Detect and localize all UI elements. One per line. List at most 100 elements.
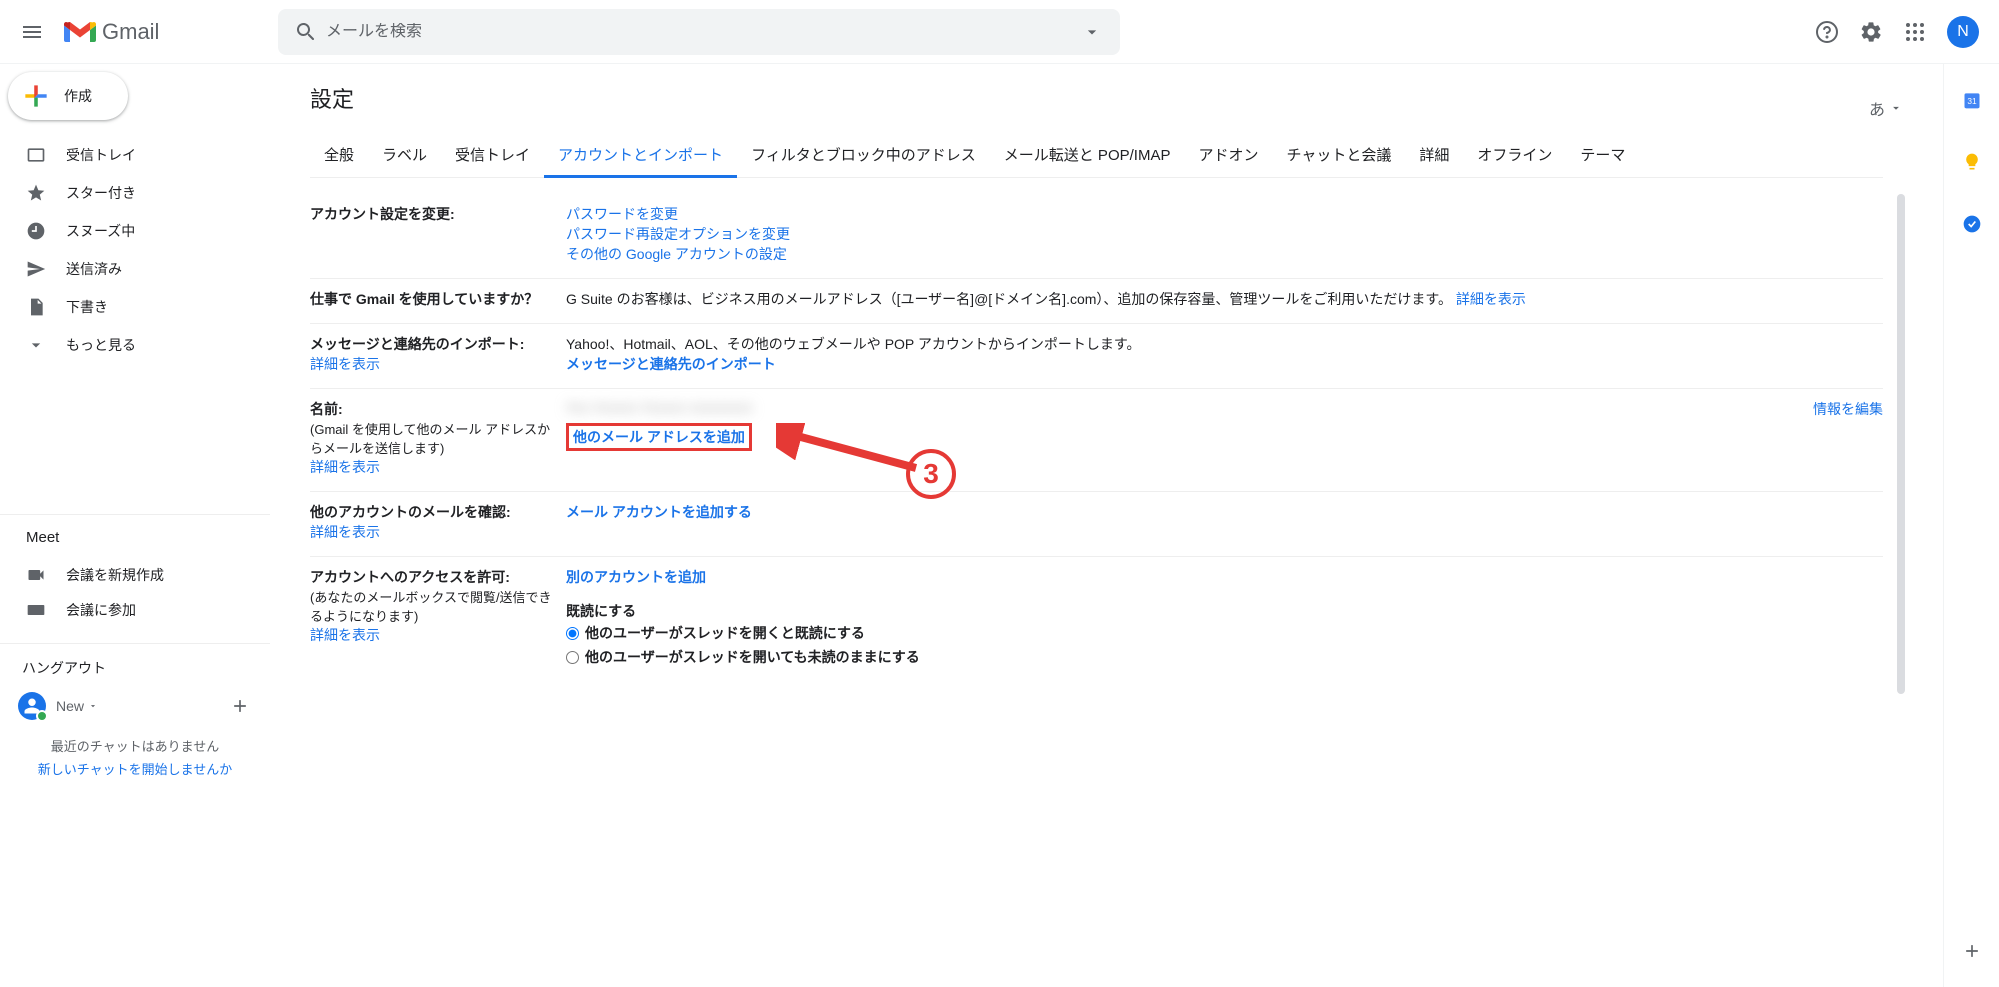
redacted-email: Xxx Xxxxxx Xxxxxx xxxxxxxxx [566, 399, 1763, 415]
video-icon [26, 565, 46, 585]
caret-down-icon [1889, 101, 1903, 115]
hangouts-user-row[interactable]: New [0, 688, 270, 724]
search-options-button[interactable] [1072, 22, 1112, 42]
change-recovery-link[interactable]: パスワード再設定オプションを変更 [566, 224, 1883, 244]
nav-label: 送信済み [66, 259, 122, 279]
gmail-icon [64, 20, 96, 44]
settings-content: 設定 あ 全般 ラベル 受信トレイ アカウントとインポート フィルタとブロック中… [270, 64, 1943, 987]
help-button[interactable] [1807, 12, 1847, 52]
inbox-icon [26, 145, 46, 165]
section-label: 他のアカウントのメールを確認: 詳細を表示 [310, 502, 566, 542]
page-title: 設定 [310, 82, 354, 114]
start-chat-link[interactable]: 新しいチャットを開始しませんか [0, 759, 270, 778]
calendar-icon: 31 [1962, 90, 1982, 110]
radio-label: 他のユーザーがスレッドを開いても未読のままにする [585, 647, 920, 667]
meet-join-label: 会議に参加 [66, 600, 136, 620]
meet-join[interactable]: 会議に参加 [0, 594, 262, 626]
nav-sent[interactable]: 送信済み [0, 253, 262, 285]
change-password-link[interactable]: パスワードを変更 [566, 204, 1883, 224]
checkmail-learn-more-link[interactable]: 詳細を表示 [310, 524, 380, 540]
apps-button[interactable] [1895, 12, 1935, 52]
search-button[interactable] [286, 12, 326, 52]
section-change-account: アカウント設定を変更: パスワードを変更 パスワード再設定オプションを変更 その… [310, 194, 1883, 279]
compose-label: 作成 [64, 86, 92, 106]
other-google-settings-link[interactable]: その他の Google アカウントの設定 [566, 244, 1883, 264]
main-menu-button[interactable] [8, 8, 56, 56]
keep-icon [1962, 152, 1982, 172]
help-icon [1815, 20, 1839, 44]
tab-general[interactable]: 全般 [310, 134, 368, 177]
add-mail-account-link[interactable]: メール アカウントを追加する [566, 504, 752, 520]
settings-button[interactable] [1851, 12, 1891, 52]
nav-starred[interactable]: スター付き [0, 177, 262, 209]
scrollbar[interactable] [1897, 194, 1905, 694]
section-grant-access: アカウントへのアクセスを許可: (あなたのメールボックスで閲覧/送信できるように… [310, 557, 1883, 683]
section-label: 仕事で Gmail を使用していますか？ [310, 289, 566, 309]
sendas-learn-more-link[interactable]: 詳細を表示 [310, 459, 380, 475]
caret-down-icon [88, 701, 98, 711]
import-desc: Yahoo!、Hotmail、AOL、その他のウェブメールや POP アカウント… [566, 334, 1883, 354]
tab-advanced[interactable]: 詳細 [1405, 134, 1463, 177]
logo-text: Gmail [102, 19, 159, 45]
section-label: アカウントへのアクセスを許可: (あなたのメールボックスで閲覧/送信できるように… [310, 567, 566, 669]
add-another-email-link[interactable]: 他のメール アドレスを追加 [573, 429, 745, 445]
tab-themes[interactable]: テーマ [1566, 134, 1639, 177]
chevron-down-icon [26, 335, 46, 355]
section-label: 名前: (Gmail を使用して他のメール アドレスからメールを送信します) 詳… [310, 399, 566, 477]
meet-new[interactable]: 会議を新規作成 [0, 559, 262, 591]
mark-read-opt2-radio[interactable] [566, 651, 579, 664]
nav-label: 受信トレイ [66, 145, 136, 165]
tab-offline[interactable]: オフライン [1463, 134, 1566, 177]
nav-inbox[interactable]: 受信トレイ [0, 139, 262, 171]
hangouts-heading: ハングアウト [0, 658, 270, 688]
tab-forwarding[interactable]: メール転送と POP/IMAP [990, 134, 1185, 177]
import-messages-link[interactable]: メッセージと連絡先のインポート [566, 354, 1883, 374]
radio-label: 他のユーザーがスレッドを開くと既読にする [585, 623, 865, 643]
nav-more[interactable]: もっと見る [0, 329, 262, 361]
grant-learn-more-link[interactable]: 詳細を表示 [310, 627, 380, 643]
edit-info-link[interactable]: 情報を編集 [1813, 401, 1883, 417]
hangouts-section: ハングアウト New 最近のチャットはありません 新しいチャットを開始しませんか [0, 643, 270, 778]
hangouts-add-button[interactable] [226, 692, 254, 720]
search-icon [294, 20, 318, 44]
clock-icon [26, 221, 46, 241]
gsuite-learn-more-link[interactable]: 詳細を表示 [1456, 291, 1526, 307]
keyboard-icon [26, 600, 46, 620]
keep-addon[interactable] [1952, 142, 1992, 182]
section-send-as: 名前: (Gmail を使用して他のメール アドレスからメールを送信します) 詳… [310, 389, 1883, 492]
gmail-logo[interactable]: Gmail [56, 19, 278, 45]
add-another-account-link[interactable]: 別のアカウントを追加 [566, 567, 1883, 587]
mark-read-label: 既読にする [566, 601, 1883, 621]
account-avatar[interactable]: N [1947, 16, 1979, 48]
mark-read-opt1-radio[interactable] [566, 627, 579, 640]
tab-inbox[interactable]: 受信トレイ [441, 134, 544, 177]
tasks-addon[interactable] [1952, 204, 1992, 244]
plus-icon [20, 80, 52, 112]
annotation-circle-3: 3 [906, 449, 956, 499]
tab-filters[interactable]: フィルタとブロック中のアドレス [737, 134, 990, 177]
tab-labels[interactable]: ラベル [368, 134, 441, 177]
apps-grid-icon [1903, 20, 1927, 44]
gear-icon [1859, 20, 1883, 44]
nav-snoozed[interactable]: スヌーズ中 [0, 215, 262, 247]
calendar-addon[interactable]: 31 [1952, 80, 1992, 120]
no-chats-text: 最近のチャットはありません [0, 732, 270, 759]
tab-addons[interactable]: アドオン [1184, 134, 1272, 177]
meet-new-label: 会議を新規作成 [66, 565, 164, 585]
get-addons-button[interactable] [1952, 931, 1992, 971]
nav-drafts[interactable]: 下書き [0, 291, 262, 323]
tab-chat[interactable]: チャットと会議 [1272, 134, 1405, 177]
send-icon [26, 259, 46, 279]
header-actions: N [1807, 12, 1991, 52]
tab-accounts[interactable]: アカウントとインポート [544, 134, 737, 178]
search-input[interactable] [326, 23, 1072, 41]
nav-label: もっと見る [66, 335, 136, 355]
presence-indicator [18, 692, 46, 720]
compose-button[interactable]: 作成 [8, 72, 128, 120]
section-import: メッセージと連絡先のインポート: 詳細を表示 Yahoo!、Hotmail、AO… [310, 324, 1883, 389]
app-header: Gmail N [0, 0, 1999, 64]
import-learn-more-link[interactable]: 詳細を表示 [310, 356, 380, 372]
add-another-email-highlight: 他のメール アドレスを追加 [566, 423, 752, 451]
section-label: メッセージと連絡先のインポート: 詳細を表示 [310, 334, 566, 374]
input-method-button[interactable]: あ [1869, 96, 1903, 120]
